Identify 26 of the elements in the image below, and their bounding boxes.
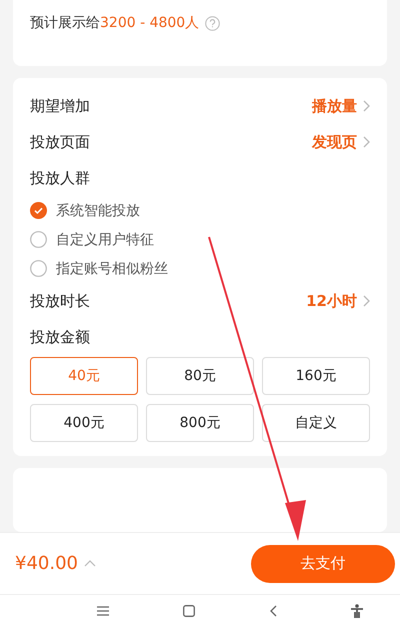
amount-option[interactable]: 80元: [146, 357, 254, 396]
audience-radio[interactable]: 指定账号相似粉丝: [30, 254, 370, 283]
audience-radio[interactable]: 自定义用户特征: [30, 225, 370, 254]
amount-option[interactable]: 160元: [262, 357, 370, 396]
audience-label: 投放人群: [30, 168, 90, 188]
estimate-range: 3200 - 4800人: [100, 14, 200, 32]
accessibility-icon[interactable]: [351, 604, 363, 618]
home-icon[interactable]: [183, 604, 195, 617]
duration-label: 投放时长: [30, 292, 90, 311]
chevron-right-icon: [363, 295, 370, 308]
back-icon[interactable]: [269, 604, 277, 617]
amount-label: 投放金额: [30, 328, 90, 347]
amount-option[interactable]: 400元: [30, 404, 138, 442]
amount-option[interactable]: 800元: [146, 404, 254, 442]
setting-label: 期望增加: [30, 96, 90, 116]
setting-label: 投放页面: [30, 132, 90, 152]
menu-icon[interactable]: [97, 606, 109, 616]
radio-unchecked-icon: [30, 260, 47, 278]
total-price: ¥40.00: [15, 553, 78, 574]
radio-checked-icon: [30, 202, 47, 220]
audience-radio[interactable]: 系统智能投放: [30, 196, 370, 226]
chevron-right-icon: [363, 136, 370, 148]
amount-option[interactable]: 自定义: [262, 404, 370, 442]
chevron-right-icon: [363, 100, 370, 112]
estimate-label: 预计展示给: [30, 14, 100, 32]
radio-unchecked-icon: [30, 231, 47, 248]
